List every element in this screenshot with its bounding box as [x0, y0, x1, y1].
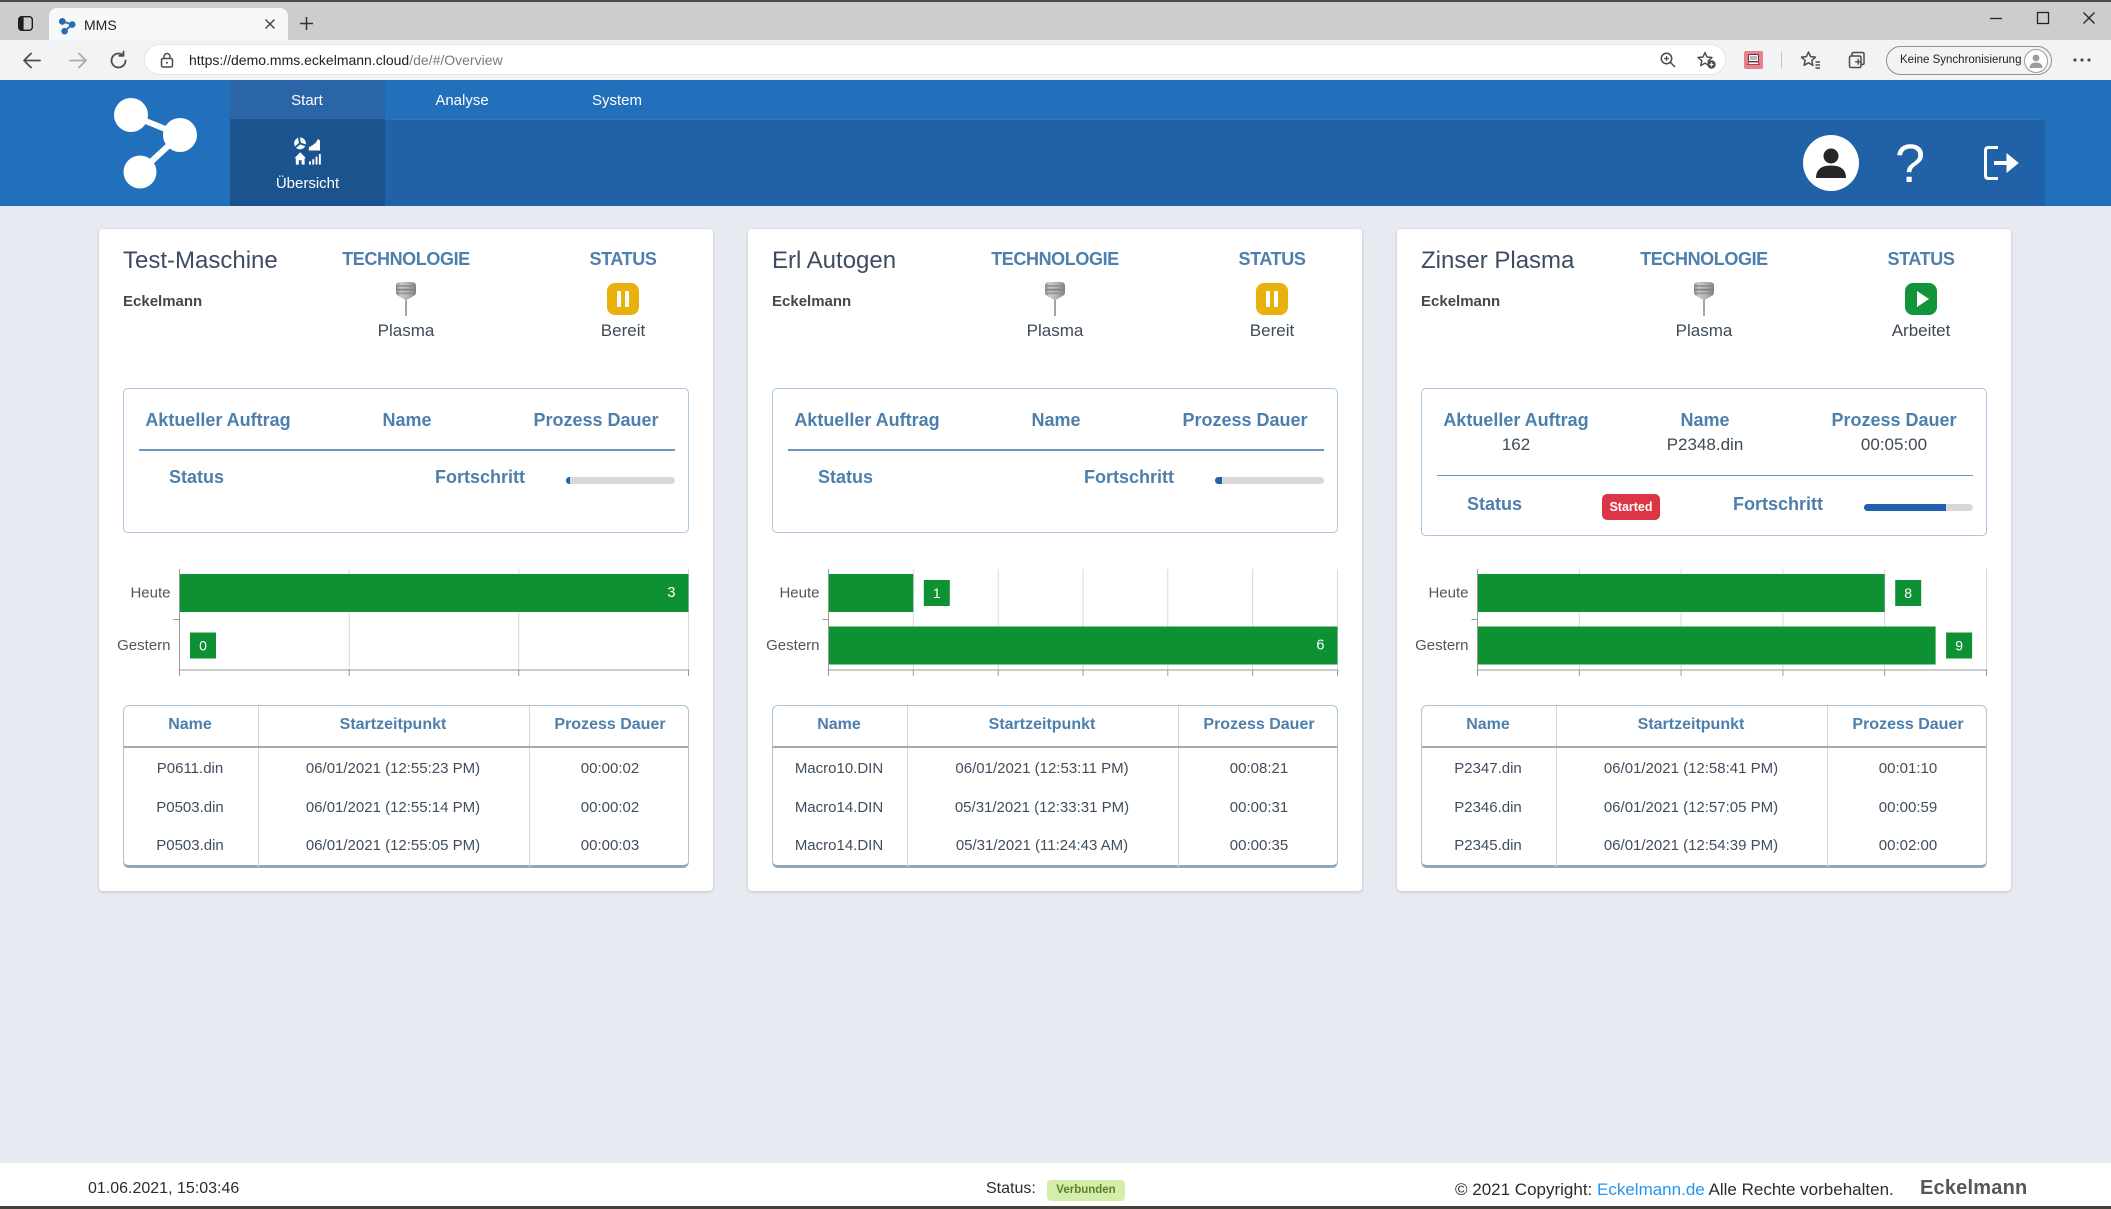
svg-text:Heute: Heute [130, 585, 170, 602]
svg-text:0: 0 [199, 638, 207, 654]
svg-text:1: 1 [933, 585, 941, 601]
svg-text:Gestern: Gestern [1415, 637, 1468, 654]
svg-text:3: 3 [667, 585, 675, 601]
svg-text:Heute: Heute [1428, 585, 1468, 602]
svg-text:Gestern: Gestern [766, 637, 819, 654]
svg-text:8: 8 [1904, 585, 1912, 601]
svg-text:Gestern: Gestern [117, 637, 170, 654]
svg-text:Heute: Heute [779, 585, 819, 602]
svg-text:9: 9 [1955, 638, 1963, 654]
svg-text:6: 6 [1316, 638, 1324, 654]
